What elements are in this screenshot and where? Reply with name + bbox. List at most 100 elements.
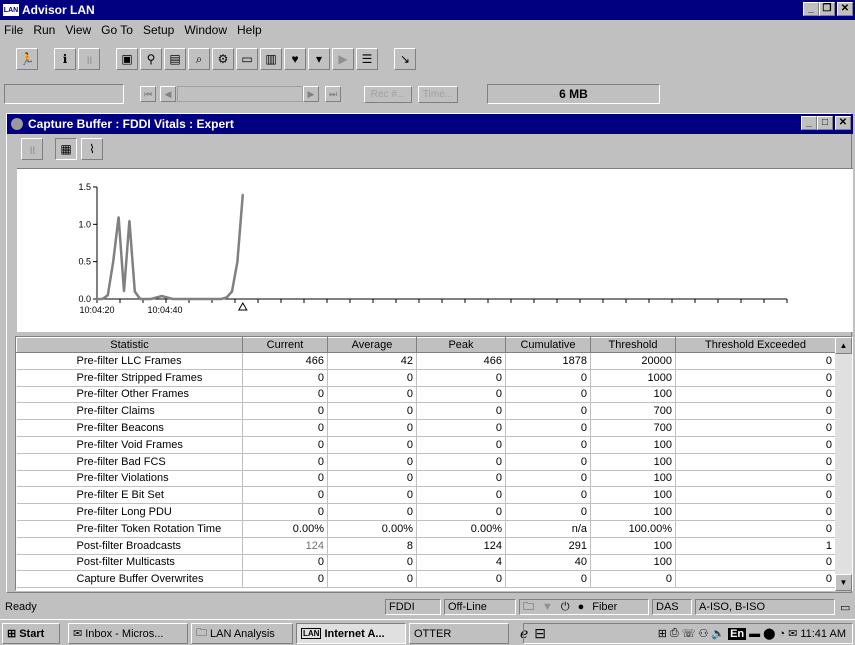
table-row[interactable]: Post-filter Broadcasts 124 8 124 291 100 1 bbox=[16, 537, 836, 555]
table-row[interactable]: Capture Buffer Overwrites 0 0 0 0 0 0 bbox=[16, 570, 836, 589]
col-cumulative[interactable]: Cumulative bbox=[505, 337, 591, 353]
value-cell: 0 bbox=[416, 436, 506, 454]
navigation-row: ⏮ ◀ ▶ ⏭ Rec #... Time... 6 MB bbox=[0, 80, 855, 104]
table-row[interactable]: Pre-filter Stripped Frames 0 0 0 0 1000 0 bbox=[16, 369, 836, 387]
pause-icon[interactable]: ॥ bbox=[78, 48, 100, 70]
table-row[interactable]: Pre-filter LLC Frames 466 42 466 1878 20000 0 bbox=[16, 352, 836, 370]
menu-run[interactable]: Run bbox=[33, 23, 55, 37]
col-average[interactable]: Average bbox=[327, 337, 417, 353]
minimize-button[interactable]: _ bbox=[803, 2, 819, 16]
col-statistic[interactable]: Statistic bbox=[16, 337, 243, 353]
col-current[interactable]: Current bbox=[242, 337, 328, 353]
language-indicator[interactable]: En bbox=[728, 627, 747, 640]
table-scrollbar[interactable]: ▲ ▼ bbox=[835, 337, 852, 591]
table-row[interactable]: Pre-filter Violations 0 0 0 0 100 0 bbox=[16, 470, 836, 488]
record-field[interactable] bbox=[4, 84, 124, 104]
value-cell: 0 bbox=[675, 436, 836, 454]
col-peak[interactable]: Peak bbox=[416, 337, 506, 353]
phone-icon[interactable]: ☏ bbox=[682, 627, 696, 640]
statistic-name-cell: Pre-filter Void Frames bbox=[16, 436, 243, 454]
value-cell: 0 bbox=[505, 369, 591, 387]
menu-goto[interactable]: Go To bbox=[101, 23, 133, 37]
statistic-name-cell: Pre-filter Stripped Frames bbox=[16, 369, 243, 387]
child-maximize-button[interactable]: □ bbox=[817, 116, 833, 130]
toolbar: 🏃 ℹ ॥ ▣ ⚲ ▤ ⌕ ⚙ ▭ ▥ ♥ ▾ ▶ ☰ ↘ bbox=[0, 40, 855, 78]
filter-icon[interactable]: ⚲ bbox=[140, 48, 162, 70]
rec-button[interactable]: Rec #... bbox=[364, 86, 412, 103]
menu-window[interactable]: Window bbox=[184, 23, 227, 37]
search-icon[interactable]: ⌕ bbox=[188, 48, 210, 70]
col-threshold-exceeded[interactable]: Threshold Exceeded bbox=[675, 337, 836, 353]
setup-icon[interactable]: ⚙ bbox=[212, 48, 234, 70]
data-point bbox=[171, 298, 174, 300]
menu-view[interactable]: View bbox=[65, 23, 91, 37]
table-row[interactable]: Pre-filter Bad FCS 0 0 0 0 100 0 bbox=[16, 453, 836, 471]
graph-view-icon[interactable]: ⌇ bbox=[81, 138, 103, 160]
play-icon[interactable]: ▶ bbox=[332, 48, 354, 70]
taskbar-internet-advisor[interactable]: LAN Internet A... bbox=[296, 623, 406, 644]
speaker-icon[interactable]: 🔈 bbox=[711, 627, 725, 640]
run-figure-icon[interactable]: 🏃 bbox=[16, 48, 38, 70]
cursor-marker-icon[interactable] bbox=[237, 301, 248, 311]
value-cell: 100.00% bbox=[590, 520, 676, 538]
menu-help[interactable]: Help bbox=[237, 23, 262, 37]
value-cell: 0 bbox=[242, 386, 328, 404]
mail-icon[interactable]: ✉ bbox=[788, 627, 797, 640]
child-close-button[interactable]: ✕ bbox=[835, 116, 851, 130]
table-row[interactable]: Pre-filter Beacons 0 0 0 0 700 0 bbox=[16, 419, 836, 437]
close-button[interactable]: ✕ bbox=[837, 2, 853, 16]
data-point bbox=[96, 298, 98, 300]
clock-icon[interactable]: ◔ bbox=[778, 628, 785, 640]
pause-icon[interactable]: ॥ bbox=[21, 138, 43, 160]
dropdown-icon[interactable]: ▾ bbox=[308, 48, 330, 70]
connect-icon[interactable]: ↘ bbox=[394, 48, 416, 70]
time-button[interactable]: Time... bbox=[418, 86, 458, 103]
last-record-button[interactable]: ⏭ bbox=[325, 86, 341, 102]
status-mode: Off-Line bbox=[444, 599, 516, 615]
start-button[interactable]: ⊞ Start bbox=[2, 623, 60, 644]
shield-icon[interactable]: ⬤ bbox=[763, 627, 775, 640]
printer-icon[interactable]: ⎙ bbox=[670, 627, 679, 640]
network-share-icon[interactable]: ⚇ bbox=[699, 627, 709, 640]
table-row[interactable]: Pre-filter Token Rotation Time 0.00% 0.00%… bbox=[16, 520, 836, 538]
list-icon[interactable]: ☰ bbox=[356, 48, 378, 70]
value-cell: 0 bbox=[505, 570, 591, 589]
taskbar-otter[interactable]: OTTER bbox=[409, 623, 509, 644]
capture-buffer-window: Capture Buffer : FDDI Vitals : Expert _ … bbox=[6, 113, 853, 593]
info-icon[interactable]: ℹ bbox=[54, 48, 76, 70]
data-point bbox=[155, 296, 158, 299]
network-icon[interactable]: ⊞ bbox=[658, 627, 667, 640]
child-minimize-button[interactable]: _ bbox=[801, 116, 817, 130]
menu-file[interactable]: File bbox=[4, 23, 23, 37]
data-point bbox=[193, 298, 195, 300]
y-tick-label: 0.0 bbox=[78, 294, 91, 304]
chart-icon[interactable]: ▥ bbox=[260, 48, 282, 70]
col-threshold[interactable]: Threshold bbox=[590, 337, 676, 353]
table-row[interactable]: Pre-filter Long PDU 0 0 0 0 100 0 bbox=[16, 503, 836, 521]
stats-icon[interactable]: ▤ bbox=[164, 48, 186, 70]
table-row[interactable]: Pre-filter Other Frames 0 0 0 0 100 0 bbox=[16, 386, 836, 404]
prev-record-button[interactable]: ◀ bbox=[160, 86, 176, 102]
record-slider[interactable] bbox=[177, 86, 303, 102]
scroll-down-arrow-icon[interactable]: ▼ bbox=[835, 574, 852, 591]
heart-icon[interactable]: ♥ bbox=[284, 48, 306, 70]
value-cell: 0 bbox=[416, 419, 506, 437]
first-record-button[interactable]: ⏮ bbox=[140, 86, 156, 102]
table-row[interactable]: Pre-filter Void Frames 0 0 0 0 100 0 bbox=[16, 436, 836, 454]
battery-icon[interactable]: ▬ bbox=[749, 628, 760, 640]
scroll-up-arrow-icon[interactable]: ▲ bbox=[835, 337, 852, 354]
taskbar-lan-analysis[interactable]: 🗀 LAN Analysis bbox=[191, 623, 293, 644]
value-cell: 0 bbox=[505, 386, 591, 404]
table-view-icon[interactable]: ▦ bbox=[55, 138, 77, 160]
next-record-button[interactable]: ▶ bbox=[303, 86, 319, 102]
monitor-icon[interactable]: ▭ bbox=[236, 48, 258, 70]
system-tray: ⊞ ⎙ ☏ ⚇ 🔈 En ▬ ⬤ ◔ ✉ 11:41 AM bbox=[523, 623, 853, 644]
table-row[interactable]: Post-filter Multicasts 0 0 4 40 100 0 bbox=[16, 554, 836, 572]
value-cell: 0 bbox=[416, 369, 506, 387]
menu-setup[interactable]: Setup bbox=[143, 23, 174, 37]
taskbar-inbox[interactable]: ✉ Inbox - Micros... bbox=[68, 623, 188, 644]
table-row[interactable]: Pre-filter Claims 0 0 0 0 700 0 bbox=[16, 402, 836, 421]
capture-icon[interactable]: ▣ bbox=[116, 48, 138, 70]
restore-button[interactable]: ❐ bbox=[819, 2, 835, 16]
table-row[interactable]: Pre-filter E Bit Set 0 0 0 0 100 0 bbox=[16, 486, 836, 505]
